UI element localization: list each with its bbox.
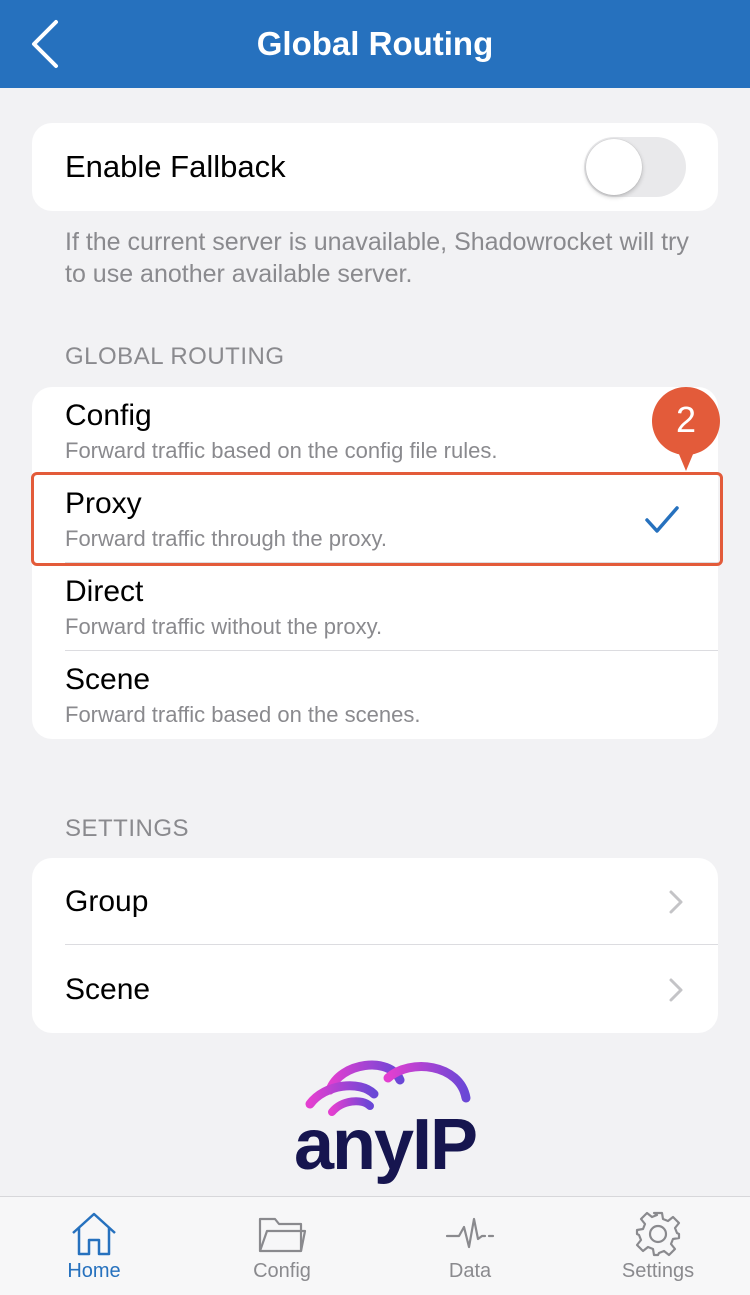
settings-item-label: Group [65,885,149,918]
page-title: Global Routing [256,25,494,62]
gear-icon [635,1211,681,1257]
settings-item-label: Scene [65,973,151,1006]
tab-settings[interactable]: Settings [583,1197,733,1295]
pulse-icon [445,1217,495,1249]
home-icon [72,1212,116,1256]
chevron-right-icon [669,890,683,914]
settings-header: SETTINGS [65,815,190,842]
folder-icon [258,1217,307,1253]
tab-label: Settings [621,1260,695,1282]
routing-option-direct[interactable]: Direct Forward traffic without the proxy… [32,563,718,651]
step-badge-number: 2 [675,399,697,440]
settings-card: Group Scene [32,858,718,1033]
settings-item-scene[interactable]: Scene [32,946,718,1033]
chevron-right-icon [669,978,683,1002]
fallback-label: Enable Fallback [65,149,286,184]
divider [65,944,718,945]
routing-option-subtitle: Forward traffic without the proxy. [65,614,383,639]
tab-label: Data [448,1260,492,1282]
routing-option-title: Config [65,399,152,432]
routing-option-title: Scene [65,663,151,696]
fallback-toggle[interactable] [584,137,686,197]
settings-item-group[interactable]: Group [32,858,718,945]
routing-option-config[interactable]: Config Forward traffic based on the conf… [32,387,718,475]
routing-option-subtitle: Forward traffic based on the scenes. [65,702,421,727]
tab-bar: Home Config Data Settings [0,1196,750,1295]
navigation-bar: Global Routing [0,0,750,88]
routing-option-scene[interactable]: Scene Forward traffic based on the scene… [32,651,718,739]
fallback-card: Enable Fallback [32,123,718,211]
routing-option-title: Direct [65,575,144,608]
tab-label: Config [253,1260,311,1282]
tab-home[interactable]: Home [19,1197,169,1295]
global-routing-header: GLOBAL ROUTING [65,343,285,370]
tab-label: Home [67,1260,121,1282]
watermark-text: anyIP [293,1105,478,1185]
highlight-box [31,472,723,566]
fallback-note: If the current server is unavailable, Sh… [65,228,689,288]
toggle-knob [586,139,642,195]
tab-config[interactable]: Config [207,1197,357,1295]
tab-data[interactable]: Data [395,1197,545,1295]
routing-option-subtitle: Forward traffic based on the config file… [65,438,498,463]
